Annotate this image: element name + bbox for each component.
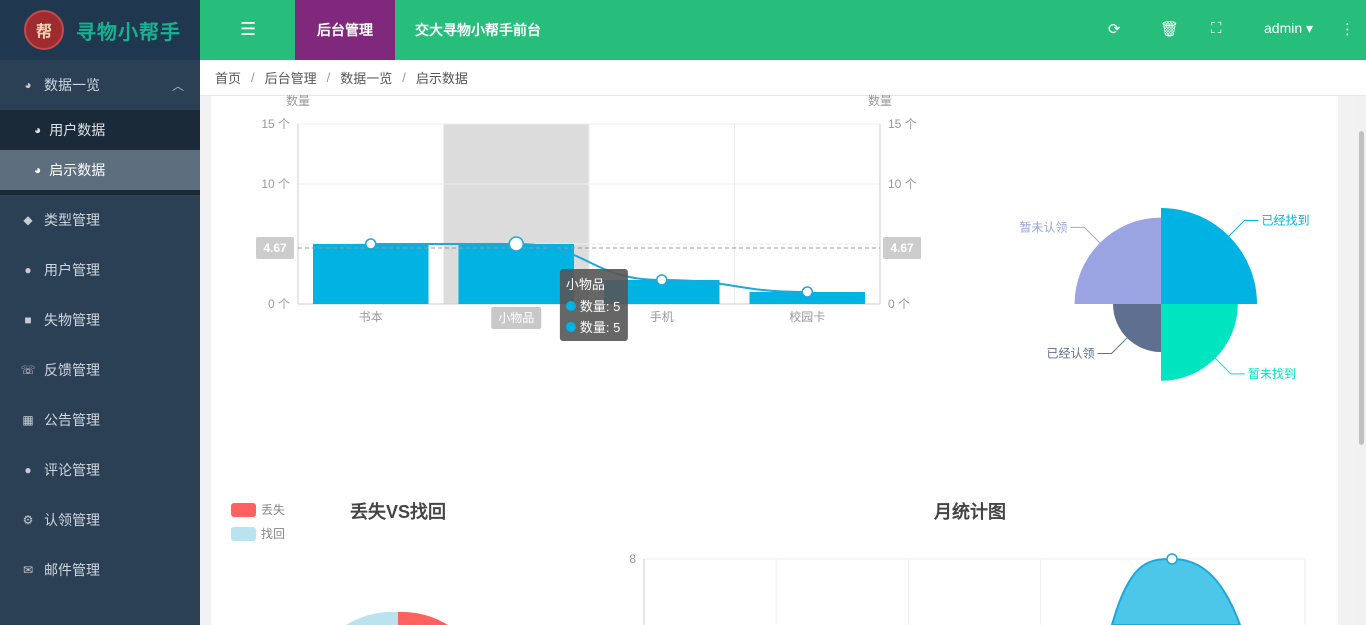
y-tick-right: 15 个: [888, 117, 917, 131]
x-tick-label: 手机: [650, 310, 674, 324]
y-tick-left: 0 个: [268, 297, 290, 311]
mean-label: 4.67: [890, 241, 914, 255]
x-tick-label: 校园卡: [789, 309, 825, 324]
pie-label: 暂未认领: [1019, 220, 1067, 234]
tooltip-title: 小物品: [566, 277, 605, 292]
chart-title: 丢失VS找回: [350, 501, 446, 522]
bar: [313, 244, 429, 304]
y-axis-title-left: 数量: [286, 93, 310, 108]
tooltip-line: 数量: 5: [580, 320, 620, 335]
pie-label-line: [1070, 226, 1101, 244]
x-tick-label: 小物品: [498, 311, 534, 325]
y-tick-right: 0 个: [888, 297, 910, 311]
tooltip-line: 数量: 5: [580, 299, 620, 314]
legend-label: 找回: [261, 527, 285, 541]
y-tick-right: 10 个: [888, 177, 917, 191]
line-point: [801, 286, 813, 298]
pie-label-line: [1097, 337, 1128, 354]
pie-slice: [398, 611, 448, 625]
area-series: [1110, 557, 1242, 625]
pie-label: 暂未找到: [1248, 367, 1296, 381]
mean-label: 4.67: [263, 241, 287, 255]
legend-swatch: [231, 527, 256, 541]
chart-title: 月统计图: [933, 501, 1006, 522]
bar: [458, 244, 574, 304]
pie-label: 已经找到: [1261, 214, 1309, 228]
pie-slice: [346, 611, 398, 625]
y-tick-left: 10 个: [261, 177, 290, 191]
area-peak-point: [1166, 553, 1178, 565]
line-point: [365, 238, 377, 250]
y-tick: 8: [629, 552, 636, 566]
pie-label: 已经认领: [1046, 346, 1094, 360]
legend-label: 丢失: [261, 502, 285, 517]
pie-label-line: [1214, 357, 1245, 375]
pie-label-line: [1228, 220, 1259, 237]
y-axis-title-right: 数量: [868, 93, 892, 108]
y-tick-left: 15 个: [261, 117, 290, 131]
tooltip-dot: [565, 322, 576, 332]
line-point: [508, 236, 524, 252]
tooltip-dot: [565, 301, 576, 311]
charts-canvas: 0 个0 个5 个5 个10 个10 个15 个15 个数量数量书本小物品手机校…: [231, 93, 1309, 625]
line-point: [656, 274, 668, 286]
legend-swatch: [231, 503, 256, 517]
x-tick-label: 书本: [359, 310, 383, 324]
